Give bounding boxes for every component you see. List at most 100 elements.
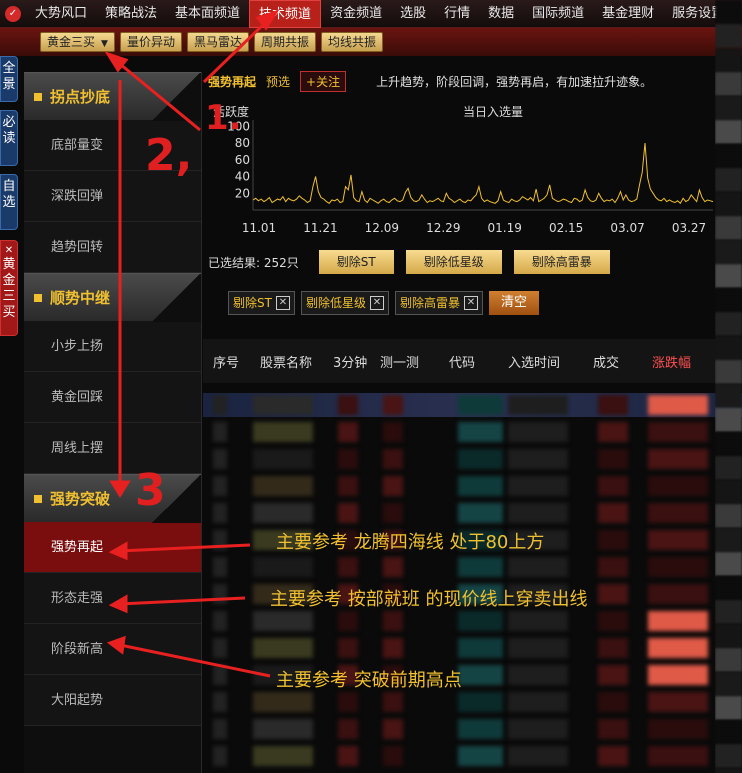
col-index[interactable]: 序号 xyxy=(213,352,239,371)
menu-item-jieduan[interactable]: 阶段新高 xyxy=(24,624,201,675)
menu-item-xiaobu[interactable]: 小步上扬 xyxy=(24,321,201,372)
col-test[interactable]: 测一测 xyxy=(380,352,419,371)
tag-label: 剔除ST xyxy=(233,296,272,310)
edge-pixel xyxy=(715,192,742,216)
filter-thunder-button[interactable]: 剔除高雷暴 xyxy=(513,250,610,274)
app-logo-icon[interactable]: ✓ xyxy=(0,0,26,28)
blurred-cell xyxy=(213,395,227,415)
nav-item-guoji[interactable]: 国际频道 xyxy=(523,0,593,28)
blurred-cell xyxy=(213,611,227,631)
table-row[interactable] xyxy=(203,501,742,525)
col-change[interactable]: 涨跌幅 xyxy=(652,352,691,371)
tag-st: 剔除ST ✕ xyxy=(228,291,295,315)
table-row[interactable] xyxy=(203,744,742,768)
blurred-cell xyxy=(508,746,568,766)
table-row[interactable] xyxy=(203,555,742,579)
col-volume[interactable]: 成交 xyxy=(593,352,619,371)
tool-zhouqi[interactable]: 周期共振 xyxy=(253,32,316,52)
table-row[interactable] xyxy=(203,717,742,741)
preselect-link[interactable]: 预选 xyxy=(266,73,290,90)
nav-item-shuju[interactable]: 数据 xyxy=(479,0,523,28)
clear-button[interactable]: 清空 xyxy=(488,291,539,315)
nav-item-jibenmian[interactable]: 基本面频道 xyxy=(166,0,249,28)
blurred-cell xyxy=(598,719,628,739)
tool-huangjin-sanmai[interactable]: 黄金三买 ▼ xyxy=(40,32,115,52)
edge-pixel xyxy=(715,624,742,648)
blurred-cell xyxy=(598,557,628,577)
blurred-cell xyxy=(458,476,503,496)
notch-decoration xyxy=(151,73,201,121)
close-icon[interactable]: ✕ xyxy=(463,296,478,310)
tool-junxian[interactable]: 均线共振 xyxy=(320,32,383,52)
filter-st-button[interactable]: 剔除ST xyxy=(318,250,394,274)
table-row[interactable] xyxy=(203,393,742,417)
table-row[interactable] xyxy=(203,447,742,471)
chart-series-line xyxy=(252,143,714,205)
blurred-cell xyxy=(598,584,628,604)
menu-item-qushi[interactable]: 趋势回转 xyxy=(24,222,201,273)
edge-pixel xyxy=(715,120,742,144)
edge-pixel xyxy=(715,480,742,504)
table-row[interactable] xyxy=(203,474,742,498)
nav-item-jijin[interactable]: 基金理财 xyxy=(593,0,663,28)
tool-liangjia[interactable]: 量价异动 xyxy=(119,32,182,52)
col-time[interactable]: 入选时间 xyxy=(508,352,560,371)
chart-xtick-label: 03.07 xyxy=(610,221,644,235)
col-3min[interactable]: 3分钟 xyxy=(333,352,367,371)
blurred-cell xyxy=(253,557,313,577)
table-row[interactable] xyxy=(203,420,742,444)
close-icon[interactable]: ✕ xyxy=(1,245,17,257)
menu-item-huangjin[interactable]: 黄金回踩 xyxy=(24,372,201,423)
nav-item-hangqing[interactable]: 行情 xyxy=(435,0,479,28)
nav-item-zijin[interactable]: 资金频道 xyxy=(321,0,391,28)
edge-pixel xyxy=(715,456,742,480)
blurred-cell xyxy=(598,422,628,442)
filter-lowstar-button[interactable]: 剔除低星级 xyxy=(405,250,502,274)
menu-item-zhouxian[interactable]: 周线上摆 xyxy=(24,423,201,474)
nav-item-jishu[interactable]: 技术频道 xyxy=(249,0,322,28)
blurred-cell xyxy=(383,449,403,469)
tag-label: 剔除高雷暴 xyxy=(399,296,460,310)
chart-ytick-label: 60 xyxy=(235,153,250,167)
blurred-cell xyxy=(338,719,358,739)
nav-item-dashi[interactable]: 大势风口 xyxy=(26,0,96,28)
blurred-cell xyxy=(253,719,313,739)
blurred-cell xyxy=(383,638,403,658)
chevron-down-icon[interactable]: ▼ xyxy=(101,35,108,53)
table-row[interactable] xyxy=(203,609,742,633)
vtab-huangjin[interactable]: ✕ 黄金三买 xyxy=(0,240,18,336)
blurred-cell xyxy=(598,449,628,469)
blurred-cell xyxy=(213,692,227,712)
vtab-zixuan[interactable]: 自选 xyxy=(0,174,18,230)
blurred-cell xyxy=(338,476,358,496)
blurred-cell xyxy=(253,395,313,415)
menu-item-dayang[interactable]: 大阳起势 xyxy=(24,675,201,726)
nav-item-xuangu[interactable]: 选股 xyxy=(391,0,435,28)
blurred-cell xyxy=(598,503,628,523)
menu-item-xingtai[interactable]: 形态走强 xyxy=(24,573,201,624)
blurred-cell xyxy=(338,557,358,577)
col-name[interactable]: 股票名称 xyxy=(260,352,312,371)
tool-heima[interactable]: 黑马雷达 xyxy=(186,32,249,52)
chart-xtick-label: 11.21 xyxy=(303,221,337,235)
close-icon[interactable]: ✕ xyxy=(369,296,384,310)
vtab-quanjing[interactable]: 全景 xyxy=(0,56,18,102)
nav-item-celue[interactable]: 策略战法 xyxy=(96,0,166,28)
category-title: 拐点抄底 xyxy=(50,88,111,106)
menu-item-qiangshi-zaiqi[interactable]: 强势再起 xyxy=(24,522,201,573)
col-code[interactable]: 代码 xyxy=(449,352,475,371)
category-guaidian[interactable]: 拐点抄底 xyxy=(24,72,201,121)
blurred-cell xyxy=(648,557,708,577)
category-shunshi[interactable]: 顺势中继 xyxy=(24,273,201,322)
vertical-tabs: 全景 必读 自选 ✕ 黄金三买 xyxy=(0,56,20,342)
close-icon[interactable]: ✕ xyxy=(275,296,290,310)
vtab-bidu[interactable]: 必读 xyxy=(0,110,18,166)
edge-pixel xyxy=(715,600,742,624)
follow-button[interactable]: +关注 xyxy=(300,70,347,92)
category-qiangshi[interactable]: 强势突破 xyxy=(24,474,201,523)
chart-xtick-label: 01.19 xyxy=(488,221,522,235)
table-row[interactable] xyxy=(203,690,742,714)
chart-xtick-label: 03.27 xyxy=(672,221,706,235)
edge-pixel xyxy=(715,768,742,773)
table-row[interactable] xyxy=(203,636,742,660)
